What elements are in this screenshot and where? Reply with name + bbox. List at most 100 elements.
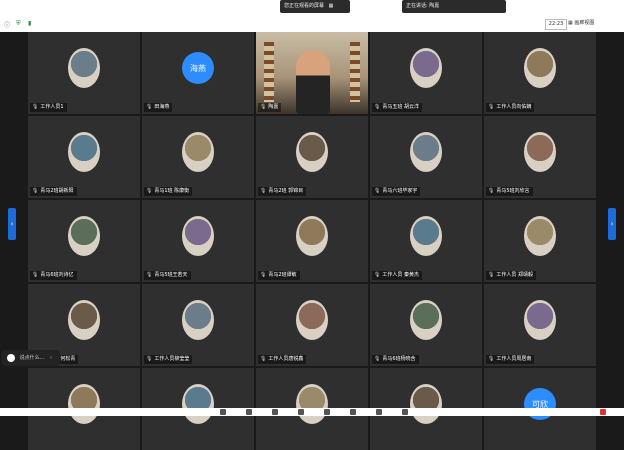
participant-name-label: 🎙 工作人员柳莹莹 — [144, 355, 193, 364]
participant-tile[interactable]: 🎙 青马2班 郭锦目 — [256, 116, 368, 198]
participant-tile[interactable]: 🎙 青马6班刘诗亿 — [28, 200, 140, 282]
muted-mic-icon: 🎙 — [374, 104, 381, 110]
participant-tile[interactable]: 🎙 青马六班毕家宇 — [370, 116, 482, 198]
muted-mic-icon: 🎙 — [32, 188, 39, 194]
participant-tile[interactable]: 🎙 工作人员向佑嫡 — [484, 32, 596, 114]
screen-share-notice[interactable]: 您正在观看的屏幕 ▦ — [280, 0, 350, 13]
previous-page-button[interactable]: ‹ — [8, 208, 16, 240]
participant-name-label: 🎙 青马6班杨晓含 — [372, 355, 419, 364]
participant-avatar — [410, 48, 442, 88]
participant-tile[interactable]: 海燕 🎙 田海燕 — [142, 32, 254, 114]
participant-name: 青马1班 陈康衡 — [154, 188, 190, 194]
participant-avatar — [182, 300, 214, 340]
shield-icon[interactable]: ⛨ — [16, 20, 21, 28]
muted-mic-icon: 🎙 — [146, 272, 153, 278]
chevron-right-icon: › — [610, 220, 614, 228]
reactions-icon[interactable] — [402, 409, 408, 415]
speaker-figure — [296, 50, 330, 114]
participant-name-label: 🎙 工作人员向佑嫡 — [486, 103, 535, 112]
participant-name: 青马2班谭敏 — [268, 272, 297, 278]
view-switch-button[interactable]: ▦ 画廊视图 — [568, 19, 612, 28]
active-speaker-indicator: 正在讲话: 陶嘉 — [402, 0, 506, 13]
muted-mic-icon: 🎙 — [146, 104, 153, 110]
share-screen-icon[interactable] — [350, 409, 356, 415]
participant-tile[interactable]: 🎙 青马2班胡新阳 — [28, 116, 140, 198]
participant-name: 工作人员周居南 — [496, 356, 532, 362]
participant-name: 青马5班王若天 — [154, 272, 188, 278]
participant-name: 工作人员1 — [40, 104, 64, 110]
mic-icon[interactable] — [220, 409, 226, 415]
muted-mic-icon: 🎙 — [374, 272, 381, 278]
participant-avatar — [68, 216, 100, 256]
screen-share-text: 您正在观看的屏幕 — [284, 3, 325, 9]
participant-avatar — [524, 216, 556, 256]
gallery-grid: 🎙 工作人员1 海燕 🎙 田海燕 🎙 陶嘉 🎙 青马五班 胡云洋 🎙 工作人员向佑嫡 🎙 青马2班胡新阳… — [28, 32, 596, 450]
participant-avatar — [410, 384, 442, 424]
chat-avatar-icon — [7, 353, 15, 362]
chevron-left-icon[interactable]: ‹ — [50, 355, 52, 361]
bookshelf — [350, 42, 360, 102]
muted-mic-icon: 🎙 — [374, 356, 381, 362]
participant-tile[interactable]: 🎙 工作人员 秦黄杰 — [370, 200, 482, 282]
participant-avatar — [296, 384, 328, 424]
muted-mic-icon: 🎙 — [260, 104, 267, 110]
participant-avatar — [524, 48, 556, 88]
muted-mic-icon: 🎙 — [146, 188, 153, 194]
info-icon[interactable]: ⓘ — [4, 20, 10, 29]
video-icon[interactable] — [246, 409, 252, 415]
participant-tile[interactable]: 🎙 工作人员唐锐鑫 — [256, 284, 368, 366]
participant-name-label: 🎙 工作人员 郑靖毅 — [486, 271, 536, 280]
participant-avatar — [410, 132, 442, 172]
avatar-text: 海燕 — [190, 63, 206, 73]
security-icon[interactable] — [272, 409, 278, 415]
signal-icon[interactable]: ▮ — [28, 20, 31, 27]
chat-input-pill[interactable]: 说点什么... ‹ — [2, 350, 60, 366]
participant-tile[interactable]: 🎙 青马6班杨晓含 — [370, 284, 482, 366]
participant-avatar — [68, 48, 100, 88]
participant-name-label: 🎙 青马1班 陈康衡 — [144, 187, 193, 196]
participant-avatar — [524, 132, 556, 172]
muted-mic-icon: 🎙 — [32, 104, 39, 110]
participant-tile[interactable]: 🎙 工作人员周居南 — [484, 284, 596, 366]
participant-tile[interactable]: 🎙 工作人员1 — [28, 32, 140, 114]
participant-tile[interactable]: 🎙 青马2班谭敏 — [256, 200, 368, 282]
participant-name-label: 🎙 田海燕 — [144, 103, 173, 112]
participant-video — [256, 32, 368, 114]
participant-avatar — [68, 132, 100, 172]
participant-name-label: 🎙 青马6班刘诗亿 — [30, 271, 77, 280]
participant-avatar — [182, 132, 214, 172]
participant-name-label: 🎙 青马2班谭敏 — [258, 271, 300, 280]
participant-tile[interactable]: 🎙 青马5班王若天 — [142, 200, 254, 282]
participant-avatar — [182, 384, 214, 424]
view-label: 画廊视图 — [574, 20, 595, 26]
participant-name: 工作人员向佑嫡 — [496, 104, 532, 110]
participants-icon[interactable] — [298, 409, 304, 415]
participant-avatar — [68, 300, 100, 340]
participant-tile[interactable]: 🎙 陶嘉 — [256, 32, 368, 114]
grid-view-icon: ▦ — [568, 20, 573, 26]
participant-tile[interactable]: 🎙 工作人员 郑靖毅 — [484, 200, 596, 282]
participant-avatar — [182, 216, 214, 256]
participant-tile[interactable]: 🎙 青马五班 胡云洋 — [370, 32, 482, 114]
participant-avatar — [524, 300, 556, 340]
leave-meeting-icon[interactable] — [600, 409, 606, 415]
muted-mic-icon: 🎙 — [488, 356, 495, 362]
participant-name: 工作人员唐锐鑫 — [268, 356, 304, 362]
participant-name: 工作人员 郑靖毅 — [496, 272, 533, 278]
share-options-icon[interactable]: ▦ — [329, 3, 334, 9]
record-icon[interactable] — [376, 409, 382, 415]
muted-mic-icon: 🎙 — [260, 356, 267, 362]
participant-avatar — [296, 300, 328, 340]
top-bar: 您正在观看的屏幕 ▦ 正在讲话: 陶嘉 ⓘ ⛨ ▮ 22:23 ▦ 画廊视图 — [0, 0, 624, 32]
participant-avatar — [296, 132, 328, 172]
participant-avatar — [410, 216, 442, 256]
participant-tile[interactable]: 🎙 青马1班 陈康衡 — [142, 116, 254, 198]
bottom-toolbar — [0, 408, 624, 416]
participant-name: 工作人员柳莹莹 — [154, 356, 190, 362]
chat-placeholder: 说点什么... — [19, 355, 45, 361]
participant-tile[interactable]: 🎙 工作人员柳莹莹 — [142, 284, 254, 366]
participant-tile[interactable]: 🎙 青马5班刘欣言 — [484, 116, 596, 198]
participant-name: 青马6班刘诗亿 — [40, 272, 74, 278]
next-page-button[interactable]: › — [608, 208, 616, 240]
chat-icon[interactable] — [324, 409, 330, 415]
